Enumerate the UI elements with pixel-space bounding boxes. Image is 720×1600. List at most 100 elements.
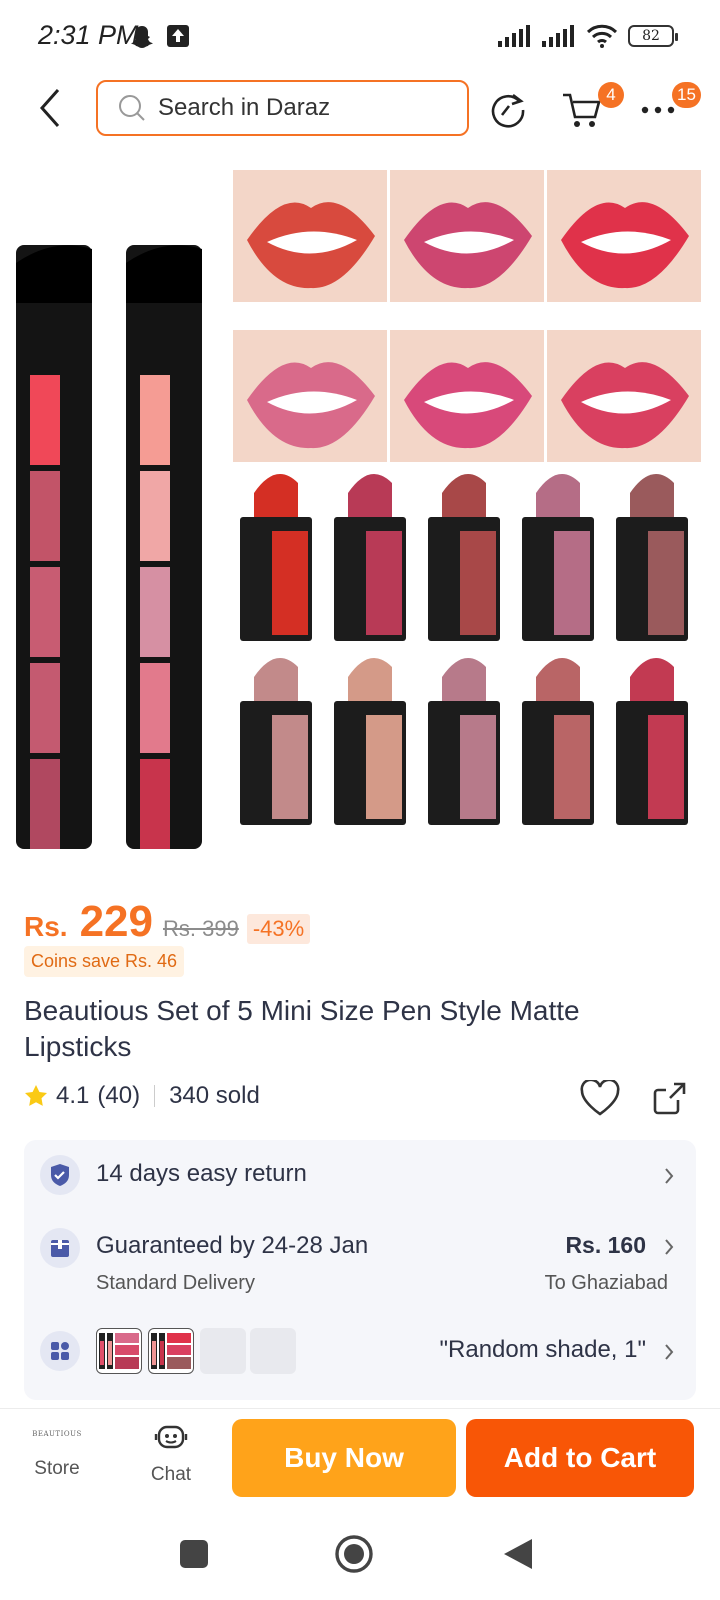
nav-back-button[interactable] (494, 1530, 542, 1578)
search-icon (119, 95, 145, 121)
pen-shade (30, 567, 60, 657)
price-value: 229 (79, 897, 153, 946)
pen-shade (140, 375, 170, 465)
pen-shade (140, 759, 170, 849)
refresh-icon (491, 93, 525, 128)
lipstick-label (648, 531, 684, 635)
lipstick-label (272, 715, 308, 819)
lipstick-bullet (442, 474, 486, 517)
variant-thumbnail[interactable] (148, 1328, 194, 1374)
return-policy-text: 14 days easy return (96, 1160, 307, 1187)
chevron-right-icon (665, 1239, 674, 1255)
lipstick-label (554, 715, 590, 819)
home-button[interactable] (330, 1530, 378, 1578)
store-button[interactable]: BEAUTIOUS Store (12, 1409, 102, 1501)
more-button[interactable]: 15 (632, 82, 701, 136)
search-input[interactable] (158, 94, 438, 122)
signal-icon-2 (542, 25, 574, 47)
lipstick-bullet (254, 474, 298, 517)
discount-badge: -43% (246, 914, 311, 944)
lipstick-label (648, 715, 684, 819)
review-count: (40) (97, 1082, 141, 1109)
rating-value: 4.1 (56, 1082, 90, 1109)
shield-check-icon (40, 1155, 80, 1195)
more-icon (641, 106, 675, 114)
lipstick-label (366, 531, 402, 635)
cart-icon (563, 93, 601, 127)
lipstick-label (460, 715, 496, 819)
store-label: Store (34, 1458, 80, 1479)
variant-thumbnail[interactable] (96, 1328, 142, 1374)
chat-button[interactable]: Chat (126, 1409, 216, 1501)
coins-badge: Coins save Rs. 46 (24, 946, 185, 977)
delivery-price: Rs. 160 (565, 1232, 646, 1258)
pen-shade (140, 471, 170, 561)
search-box[interactable] (96, 80, 469, 136)
wifi-icon (586, 24, 618, 48)
lipstick-bullet (536, 474, 580, 517)
delivery-row[interactable]: Guaranteed by 24-28 Jan Standard Deliver… (24, 1226, 696, 1306)
pen-shade (30, 759, 60, 849)
lipstick-bullet (348, 658, 392, 701)
chat-icon (154, 1425, 188, 1449)
history-button[interactable] (482, 84, 534, 136)
back-button[interactable] (30, 84, 70, 132)
back-triangle-icon (504, 1539, 532, 1569)
product-image[interactable] (0, 153, 720, 868)
bottom-action-bar: BEAUTIOUS Store Chat Buy Now Add to Cart (0, 1408, 720, 1506)
pen-shade (140, 567, 170, 657)
rating-row[interactable]: 4.1 (40) 340 sold (24, 1082, 260, 1110)
square-icon (180, 1540, 208, 1568)
buy-now-button[interactable]: Buy Now (232, 1419, 456, 1497)
battery-indicator: 82 (628, 25, 678, 47)
price-currency: Rs. (24, 911, 68, 942)
sold-count: 340 sold (169, 1082, 260, 1109)
heart-icon (580, 1078, 620, 1116)
system-nav-bar (0, 1506, 720, 1600)
lipstick-label (460, 531, 496, 635)
delivery-box-icon (40, 1228, 80, 1268)
share-button[interactable] (652, 1080, 688, 1121)
variant-row[interactable]: "Random shade, 1" (24, 1328, 696, 1374)
star-icon (25, 1085, 47, 1106)
pen-shade (140, 663, 170, 753)
wishlist-button[interactable] (580, 1078, 620, 1121)
chevron-right-icon (665, 1168, 674, 1184)
delivery-date-text: Guaranteed by 24-28 Jan (96, 1232, 369, 1259)
home-circle-icon (335, 1535, 373, 1573)
lipstick-bullet (348, 474, 392, 517)
variant-thumbnail[interactable] (250, 1328, 296, 1374)
cart-button[interactable]: 4 (556, 82, 624, 136)
signal-icon (498, 25, 530, 47)
snapchat-icon (131, 26, 153, 48)
lipstick-label (272, 531, 308, 635)
share-icon (653, 1082, 686, 1115)
recents-button[interactable] (170, 1530, 218, 1578)
original-price: Rs. 399 (163, 916, 239, 941)
return-policy-row[interactable]: 14 days easy return (24, 1152, 696, 1198)
lipstick-bullet (254, 658, 298, 701)
variants-grid-icon (40, 1331, 80, 1371)
chat-label: Chat (150, 1464, 192, 1485)
product-title: Beautious Set of 5 Mini Size Pen Style M… (24, 995, 580, 1062)
back-arrow-icon (39, 89, 60, 127)
store-logo: BEAUTIOUS (32, 1430, 82, 1438)
cart-badge: 4 (598, 82, 624, 108)
lipstick-bullet (630, 658, 674, 701)
upload-icon (167, 25, 189, 47)
status-time: 2:31 PM (38, 20, 139, 50)
pen-shade (30, 471, 60, 561)
divider (154, 1085, 156, 1107)
variant-selection-text: "Random shade, 1" (439, 1336, 647, 1363)
add-to-cart-button[interactable]: Add to Cart (466, 1419, 694, 1497)
lipstick-bullet (630, 474, 674, 517)
price-row: Rs. 229 Rs. 399 -43% (24, 897, 311, 947)
chevron-right-icon (665, 1344, 674, 1360)
variant-thumbnail[interactable] (200, 1328, 246, 1374)
lipstick-label (554, 531, 590, 635)
delivery-location: To Ghaziabad (544, 1272, 668, 1294)
lipstick-bullet (442, 658, 486, 701)
delivery-type-text: Standard Delivery (96, 1272, 255, 1294)
status-bar: 2:31 PM 82 (0, 0, 720, 72)
product-image-graphic (16, 170, 701, 849)
